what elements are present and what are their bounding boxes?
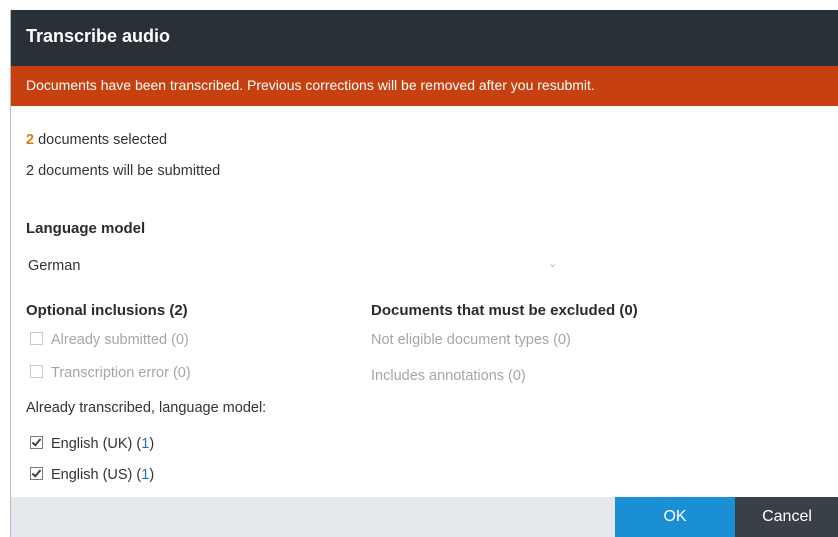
- checkbox-transcription-error[interactable]: Transcription error (0): [28, 365, 191, 385]
- checkbox-already-submitted[interactable]: Already submitted (0): [28, 332, 189, 352]
- excluded-includes-annotations: Includes annotations (0): [371, 368, 526, 384]
- count-close-paren: ): [149, 436, 155, 452]
- checkbox-icon[interactable]: [30, 467, 43, 480]
- transcribe-audio-dialog: Transcribe audio Documents have been tra…: [10, 10, 838, 537]
- checkbox-label: English (UK): [51, 436, 133, 452]
- checkbox-label: Already submitted (0): [51, 332, 189, 348]
- count-open-paren: (: [132, 467, 142, 483]
- checkbox-english-uk[interactable]: English (UK) (1): [28, 436, 154, 456]
- selected-count: 2: [26, 132, 35, 148]
- checkbox-icon[interactable]: [30, 365, 43, 378]
- dialog-title-bar: Transcribe audio: [11, 10, 838, 66]
- excluded-not-eligible: Not eligible document types (0): [371, 332, 571, 348]
- checkbox-label: English (US): [51, 467, 133, 483]
- chevron-down-icon: ⌄: [548, 258, 558, 270]
- language-model-value: German: [28, 258, 81, 274]
- checkbox-icon[interactable]: [30, 332, 43, 345]
- checkbox-label: Transcription error (0): [51, 365, 191, 381]
- selected-suffix: documents selected: [34, 132, 168, 148]
- dialog-footer: OK Cancel: [11, 497, 838, 537]
- documents-selected: 2 documents selected: [26, 132, 167, 148]
- dialog-title: Transcribe audio: [26, 26, 171, 46]
- ok-button[interactable]: OK: [615, 497, 735, 537]
- language-model-select[interactable]: German ⌄: [28, 254, 558, 280]
- count-close-paren: ): [149, 467, 155, 483]
- checkbox-english-us[interactable]: English (US) (1): [28, 467, 154, 487]
- already-transcribed-label: Already transcribed, language model:: [26, 400, 267, 416]
- warning-banner-text: Documents have been transcribed. Previou…: [26, 77, 595, 93]
- cancel-button[interactable]: Cancel: [735, 497, 838, 537]
- count-open-paren: (: [132, 436, 142, 452]
- excluded-heading: Documents that must be excluded (0): [371, 302, 638, 319]
- optional-inclusions-heading: Optional inclusions (2): [26, 302, 188, 319]
- documents-will-be-submitted: 2 documents will be submitted: [26, 163, 221, 179]
- language-model-heading: Language model: [26, 220, 146, 237]
- checkbox-icon[interactable]: [30, 436, 43, 449]
- warning-banner: Documents have been transcribed. Previou…: [11, 66, 838, 106]
